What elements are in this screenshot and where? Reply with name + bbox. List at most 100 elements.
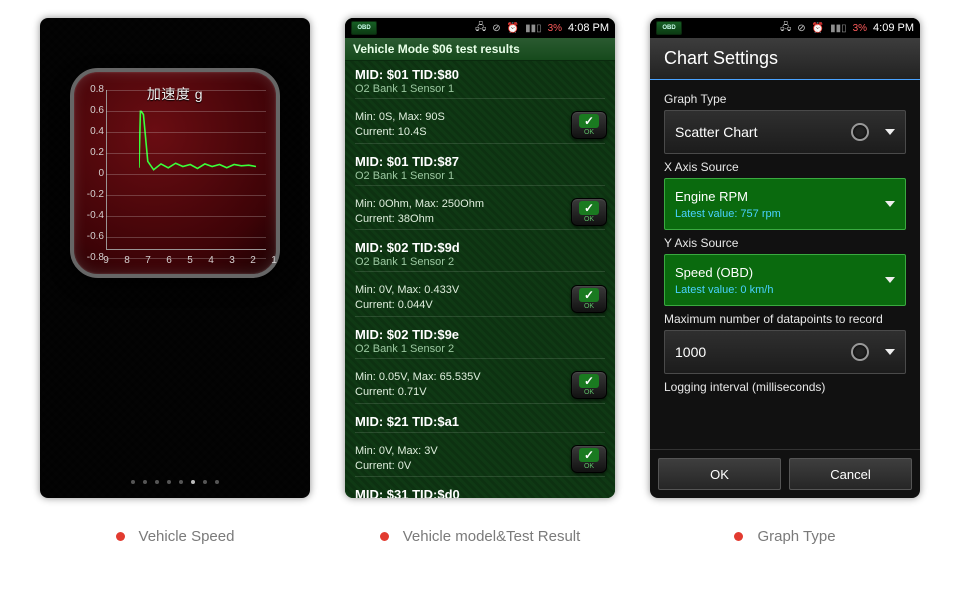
status-time: 4:09 PM [873, 22, 914, 34]
ok-label: OK [584, 303, 594, 310]
result-header-row: MID: $02 TID:$9eO2 Bank 1 Sensor 2 [345, 321, 615, 363]
x-tick-label: 5 [187, 255, 193, 266]
x-tick-label: 2 [250, 255, 256, 266]
result-sub: O2 Bank 1 Sensor 2 [355, 343, 605, 355]
battery-pct: 3% [548, 23, 562, 34]
y-tick-label: 0 [76, 168, 104, 179]
result-value-row[interactable]: Min: 0S, Max: 90SCurrent: 10.4S✓OK [345, 103, 615, 148]
pager-dot[interactable] [215, 480, 219, 484]
result-header-row: MID: $21 TID:$a1 [345, 408, 615, 437]
ok-label: OK [584, 389, 594, 396]
result-values: Min: 0V, Max: 0.433VCurrent: 0.044V [355, 283, 605, 313]
result-value-row[interactable]: Min: 0.05V, Max: 65.535VCurrent: 0.71V✓O… [345, 363, 615, 408]
bluetooth-icon: 🖧 [475, 20, 486, 37]
phone-2-test-results: OBD 🖧 ⊘ ⏰ ▮▮▯ 3% 4:08 PM Vehicle Mode $0… [345, 18, 615, 498]
check-icon: ✓ [579, 448, 599, 462]
y-tick-label: 0.2 [76, 147, 104, 158]
ok-button[interactable]: OK [658, 458, 781, 490]
result-head: MID: $01 TID:$87 [355, 154, 605, 169]
y-tick-label: -0.8 [76, 252, 104, 263]
pass-icon: ✓OK [571, 445, 607, 473]
results-list[interactable]: MID: $01 TID:$80O2 Bank 1 Sensor 1Min: 0… [345, 61, 615, 498]
result-value-row[interactable]: Min: 0V, Max: 0.433VCurrent: 0.044V✓OK [345, 276, 615, 321]
x-tick-label: 9 [103, 255, 109, 266]
y-gridline [106, 90, 266, 91]
y-tick-label: 0.6 [76, 105, 104, 116]
bullet-icon [116, 532, 125, 541]
gauge-grid [106, 90, 266, 250]
y-tick-label: 0.4 [76, 126, 104, 137]
pager-dot[interactable] [131, 480, 135, 484]
pager-dot[interactable] [191, 480, 195, 484]
interval-label: Logging interval (milliseconds) [664, 380, 906, 394]
result-values: Min: 0S, Max: 90SCurrent: 10.4S [355, 110, 605, 140]
results-title: Vehicle Mode $06 test results [345, 38, 615, 61]
result-header-row: MID: $01 TID:$80O2 Bank 1 Sensor 1 [345, 61, 615, 103]
status-bar: OBD 🖧 ⊘ ⏰ ▮▮▯ 3% 4:08 PM [345, 18, 615, 38]
pager-dot[interactable] [203, 480, 207, 484]
result-value-row[interactable]: Min: 0V, Max: 3VCurrent: 0V✓OK [345, 437, 615, 482]
ok-label: OK [584, 463, 594, 470]
result-value-row[interactable]: Min: 0Ohm, Max: 250OhmCurrent: 38Ohm✓OK [345, 190, 615, 235]
result-head: MID: $02 TID:$9d [355, 240, 605, 255]
x-axis-latest: Latest value: 757 rpm [675, 208, 895, 220]
y-gridline [106, 237, 266, 238]
gauge-container: 加速度 g 0.80.60.40.20-0.2-0.4-0.6-0.898765… [40, 18, 310, 498]
caption-row: Vehicle Speed Vehicle model&Test Result … [0, 510, 960, 545]
gauge-trace [139, 108, 256, 225]
y-tick-label: 0.8 [76, 84, 104, 95]
x-tick-label: 4 [208, 255, 214, 266]
caption-1: Vehicle Speed [40, 528, 310, 545]
accel-gauge[interactable]: 加速度 g 0.80.60.40.20-0.2-0.4-0.6-0.898765… [70, 68, 280, 278]
x-axis-select[interactable]: Engine RPM Latest value: 757 rpm [664, 178, 906, 230]
check-icon: ✓ [579, 201, 599, 215]
x-tick-label: 1 [271, 255, 277, 266]
pager-dot[interactable] [155, 480, 159, 484]
y-tick-label: -0.4 [76, 210, 104, 221]
signal-icon: ▮▮▯ [830, 23, 847, 34]
max-points-select[interactable]: 1000 [664, 330, 906, 374]
result-head: MID: $21 TID:$a1 [355, 414, 605, 429]
x-tick-label: 3 [229, 255, 235, 266]
x-tick-label: 8 [124, 255, 130, 266]
result-sub: O2 Bank 1 Sensor 1 [355, 170, 605, 182]
bluetooth-icon: 🖧 [780, 20, 791, 37]
signal-icon: ▮▮▯ [525, 23, 542, 34]
check-icon: ✓ [579, 288, 599, 302]
alarm-icon: ⏰ [812, 23, 824, 34]
y-axis-select[interactable]: Speed (OBD) Latest value: 0 km/h [664, 254, 906, 306]
caption-text: Graph Type [757, 528, 835, 545]
pass-icon: ✓OK [571, 111, 607, 139]
app-icon: OBD [656, 21, 682, 35]
pager-dots[interactable] [40, 480, 310, 484]
pager-dot[interactable] [143, 480, 147, 484]
radio-icon [851, 123, 869, 141]
y-gridline [106, 174, 266, 175]
chevron-down-icon [885, 277, 895, 283]
max-points-label: Maximum number of datapoints to record [664, 312, 906, 326]
y-axis-latest: Latest value: 0 km/h [675, 284, 895, 296]
radio-icon [851, 343, 869, 361]
caption-3: Graph Type [650, 528, 920, 545]
pager-dot[interactable] [167, 480, 171, 484]
result-sub: O2 Bank 1 Sensor 1 [355, 83, 605, 95]
phone-1-speed-gauge: 加速度 g 0.80.60.40.20-0.2-0.4-0.6-0.898765… [40, 18, 310, 498]
cancel-button[interactable]: Cancel [789, 458, 912, 490]
ok-label: OK [584, 129, 594, 136]
chevron-down-icon [885, 129, 895, 135]
y-gridline [106, 153, 266, 154]
pass-icon: ✓OK [571, 371, 607, 399]
result-values: Min: 0Ohm, Max: 250OhmCurrent: 38Ohm [355, 197, 605, 227]
y-axis-label: Y Axis Source [664, 236, 906, 250]
battery-pct: 3% [853, 23, 867, 34]
y-gridline [106, 216, 266, 217]
y-tick-label: -0.6 [76, 231, 104, 242]
result-head: MID: $31 TID:$d0 [355, 487, 605, 498]
x-axis-label: X Axis Source [664, 160, 906, 174]
graph-type-label: Graph Type [664, 92, 906, 106]
caption-2: Vehicle model&Test Result [345, 528, 615, 545]
graph-type-select[interactable]: Scatter Chart [664, 110, 906, 154]
check-icon: ✓ [579, 374, 599, 388]
pager-dot[interactable] [179, 480, 183, 484]
result-sub: O2 Bank 1 Sensor 2 [355, 256, 605, 268]
